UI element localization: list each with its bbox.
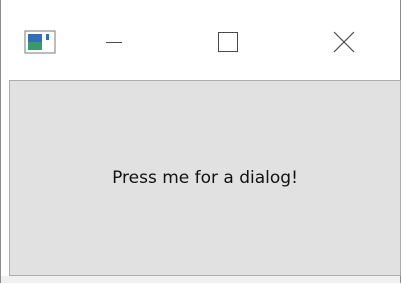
title-bar[interactable] bbox=[1, 0, 400, 80]
app-window: Press me for a dialog! bbox=[0, 0, 401, 283]
content-area: Press me for a dialog! bbox=[9, 80, 401, 276]
open-dialog-button[interactable]: Press me for a dialog! bbox=[10, 81, 400, 275]
app-window-icon bbox=[24, 30, 64, 54]
maximize-icon bbox=[216, 30, 240, 54]
minimize-icon bbox=[104, 32, 124, 52]
close-icon bbox=[332, 30, 356, 54]
window-bottom-border bbox=[1, 276, 400, 283]
close-button[interactable] bbox=[321, 22, 367, 62]
open-dialog-button-label: Press me for a dialog! bbox=[112, 168, 298, 188]
maximize-button[interactable] bbox=[205, 22, 251, 62]
minimize-button[interactable] bbox=[91, 22, 137, 62]
